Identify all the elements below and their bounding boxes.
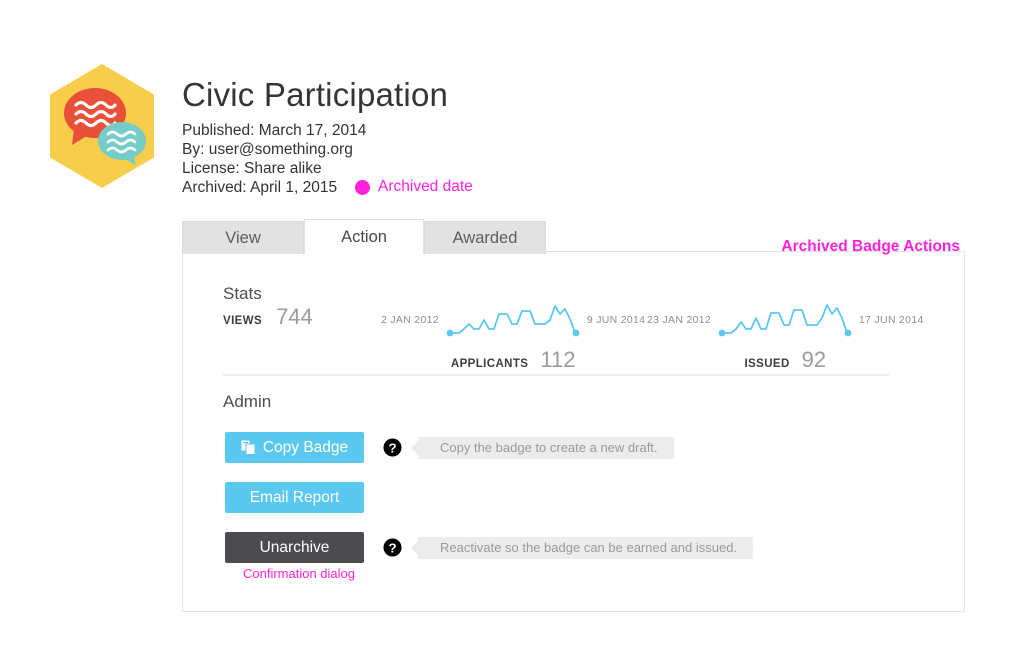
email-report-row: Email Report [225,482,364,513]
issued-sparkline-group: 23 JAN 2012 17 JUN 2014 ISSUED 92 [647,302,924,373]
issued-label: ISSUED [744,358,790,370]
action-tab-panel: Stats VIEWS 744 2 JAN 2012 9 JUN 2014 AP… [182,251,965,612]
applicants-sparkline-row: 2 JAN 2012 9 JUN 2014 [381,302,645,338]
page-header: Civic Participation Published: March 17,… [0,0,1018,210]
archived-date-annotation-label: Archived date [378,178,473,195]
confirmation-dialog-annotation: Confirmation dialog [243,566,356,581]
unarchive-row: Unarchive ? Reactivate so the badge can … [225,532,754,563]
badge-tabs: View Action Awarded [182,219,546,254]
applicants-label: APPLICANTS [450,358,529,370]
section-divider [223,374,889,376]
copy-badge-tooltip: Copy the badge to create a new draft. [411,436,674,459]
badge-published-date: Published: March 17, 2014 [182,122,367,139]
applicants-sparkline-group: 2 JAN 2012 9 JUN 2014 APPLICANTS 112 [381,302,645,373]
question-mark-icon[interactable]: ? [383,438,402,457]
views-label: VIEWS [223,315,263,327]
views-value: 744 [276,304,313,329]
badge-image [48,63,156,189]
tab-action[interactable]: Action [304,219,424,254]
svg-text:?: ? [388,540,396,555]
page-title: Civic Participation [182,76,449,113]
archived-badge-actions-annotation: Archived Badge Actions [781,238,960,255]
svg-text:?: ? [388,440,396,455]
stats-heading: Stats [223,284,262,303]
unarchive-button[interactable]: Unarchive [225,532,364,563]
badge-archived-date: Archived: April 1, 2015 [182,179,338,196]
copy-badge-button[interactable]: Copy Badge [225,432,364,463]
copy-badge-label: Copy Badge [262,438,349,456]
copy-badge-row: Copy Badge ? Copy the badge to create a … [225,432,674,463]
applicants-end-date: 9 JUN 2014 [586,314,646,326]
admin-heading: Admin [223,392,272,411]
badge-license: License: Share alike [182,160,322,177]
tab-view[interactable]: View [182,221,304,254]
question-mark-icon[interactable]: ? [383,538,402,557]
issued-sparkline-chart [718,304,852,337]
email-report-label: Email Report [249,488,340,506]
views-stat: VIEWS 744 [223,304,313,330]
tab-awarded[interactable]: Awarded [424,221,546,254]
badge-author: By: user@something.org [182,141,353,158]
issued-stat: ISSUED 92 [647,347,924,373]
applicants-value: 112 [540,347,576,372]
issued-sparkline-row: 23 JAN 2012 17 JUN 2014 [647,302,924,338]
copy-icon [241,440,256,455]
issued-value: 92 [801,347,827,372]
archived-date-annotation: Archived date [355,178,473,196]
unarchive-tooltip: Reactivate so the badge can be earned an… [410,536,754,559]
issued-end-date: 17 JUN 2014 [859,314,924,326]
applicants-stat: APPLICANTS 112 [381,347,645,373]
email-report-button[interactable]: Email Report [225,482,364,513]
applicants-sparkline-chart [446,305,580,337]
unarchive-label: Unarchive [259,538,330,556]
archived-date-dot-icon [355,179,370,195]
issued-start-date: 23 JAN 2012 [647,314,712,326]
applicants-start-date: 2 JAN 2012 [381,314,439,326]
